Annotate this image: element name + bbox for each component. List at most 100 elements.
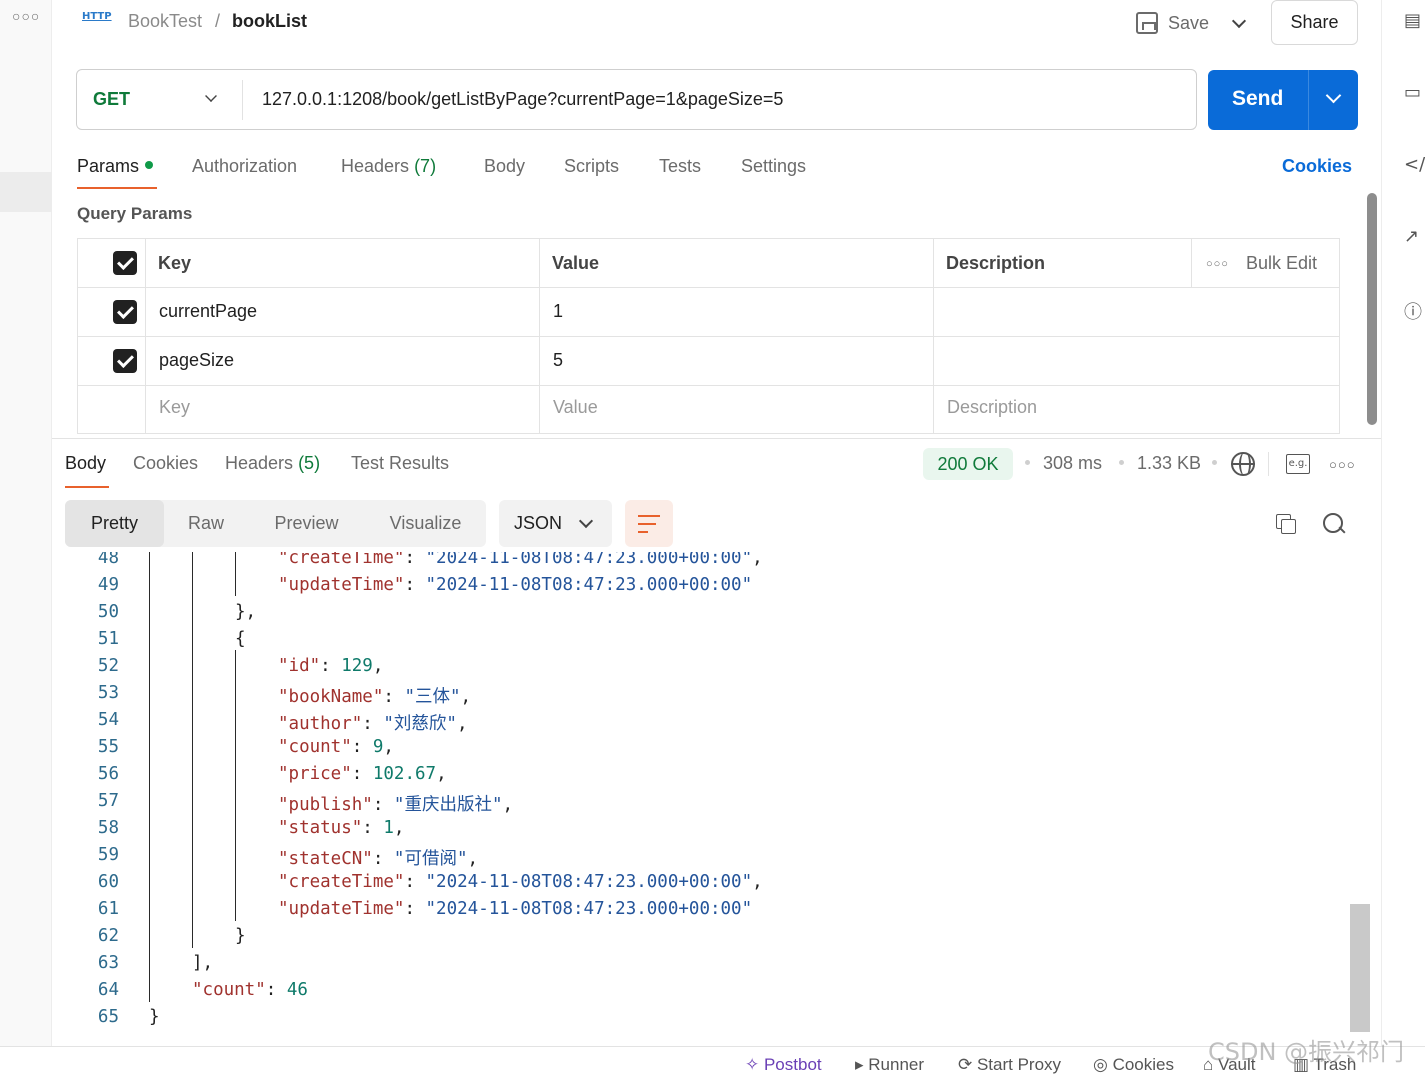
more-icon[interactable]: ○○○ xyxy=(1329,457,1356,472)
chevron-down-icon[interactable] xyxy=(1228,10,1252,36)
response-scrollbar[interactable] xyxy=(1350,904,1370,1032)
url-input[interactable]: 127.0.0.1:1208/book/getListByPage?curren… xyxy=(262,89,783,110)
info-icon[interactable]: ⓘ xyxy=(1404,298,1425,324)
code-line: 48 "createTime": "2024-11-08T08:47:23.000… xyxy=(52,552,1350,575)
code-token: : xyxy=(362,714,384,734)
copy-icon[interactable] xyxy=(1276,514,1296,534)
related-icon[interactable]: ↗ xyxy=(1404,226,1425,252)
response-size[interactable]: 1.33 KB xyxy=(1137,453,1201,474)
format-label: JSON xyxy=(514,513,563,533)
tab-scripts[interactable]: Scripts xyxy=(564,156,619,177)
wrap-icon[interactable] xyxy=(625,500,673,547)
more-icon[interactable]: ○○○ xyxy=(12,8,40,24)
globe-icon[interactable] xyxy=(1231,452,1255,476)
new-param-description-input[interactable]: Description xyxy=(947,397,1037,418)
response-time[interactable]: 308 ms xyxy=(1043,453,1102,474)
param-checkbox[interactable] xyxy=(113,349,137,373)
code-token: : xyxy=(372,795,394,815)
code-text: "stateCN": "可借阅", xyxy=(278,845,478,870)
view-raw[interactable]: Raw xyxy=(164,500,248,547)
tab-settings[interactable]: Settings xyxy=(741,156,806,177)
param-key[interactable]: currentPage xyxy=(159,301,257,322)
param-checkbox[interactable] xyxy=(113,300,137,324)
code-line: 61 "updateTime": "2024-11-08T08:47:23.000… xyxy=(52,899,1350,926)
cookies-link[interactable]: Cookies xyxy=(1282,156,1352,177)
new-param-value-input[interactable]: Value xyxy=(553,397,598,418)
divider xyxy=(78,336,1339,337)
format-select[interactable]: JSON xyxy=(499,500,612,547)
tab-tests[interactable]: Tests xyxy=(659,156,701,177)
tab-test-results[interactable]: Test Results xyxy=(351,453,449,474)
select-all-checkbox[interactable] xyxy=(113,251,137,275)
footer-start-proxy[interactable]: ⟳ Start Proxy xyxy=(958,1055,1061,1074)
more-icon[interactable]: ○○○ xyxy=(1206,258,1229,270)
save-button[interactable]: Save xyxy=(1136,6,1209,40)
status-badge[interactable]: 200 OK xyxy=(923,448,1013,480)
code-token: 129 xyxy=(341,656,373,676)
http-icon: HTTP xyxy=(82,11,112,22)
code-text: "price": 102.67, xyxy=(278,764,447,784)
docs-icon[interactable]: ▤ xyxy=(1404,10,1425,36)
footer-postbot[interactable]: ✧ Postbot xyxy=(745,1055,822,1074)
code-token: : xyxy=(404,899,426,919)
chevron-down-icon[interactable] xyxy=(205,90,217,102)
new-param-key-input[interactable]: Key xyxy=(159,397,190,418)
sidebar-active-item[interactable] xyxy=(0,172,52,212)
code-token: "count" xyxy=(192,980,266,1000)
example-icon[interactable]: e.g. xyxy=(1286,454,1310,474)
code-line: 65} xyxy=(52,1007,1350,1034)
send-button[interactable]: Send xyxy=(1208,70,1358,130)
code-text: "id": 129, xyxy=(278,656,383,676)
code-line: 52 "id": 129, xyxy=(52,656,1350,683)
param-value[interactable]: 1 xyxy=(553,301,563,322)
code-token: , xyxy=(383,737,394,757)
code-line: 64 "count": 46 xyxy=(52,980,1350,1007)
url-bar: GET 127.0.0.1:1208/book/getListByPage?cu… xyxy=(76,69,1197,130)
line-number: 64 xyxy=(97,980,119,1000)
code-text: "createTime": "2024-11-08T08:47:23.000+0… xyxy=(278,872,763,892)
tab-response-headers[interactable]: Headers (5) xyxy=(225,453,320,474)
tab-headers[interactable]: Headers (7) xyxy=(341,156,436,177)
breadcrumb-collection[interactable]: BookTest xyxy=(128,11,202,32)
tab-response-cookies[interactable]: Cookies xyxy=(133,453,198,474)
bulk-edit-button[interactable]: Bulk Edit xyxy=(1246,253,1317,274)
line-number: 62 xyxy=(97,926,119,946)
code-token: , xyxy=(752,552,763,568)
code-line: 58 "status": 1, xyxy=(52,818,1350,845)
view-mode-selector: Pretty Raw Preview Visualize xyxy=(65,500,486,547)
divider xyxy=(1191,239,1192,287)
line-number: 50 xyxy=(97,602,119,622)
code-icon[interactable]: </ xyxy=(1404,154,1425,180)
tab-body[interactable]: Body xyxy=(484,156,525,177)
view-pretty[interactable]: Pretty xyxy=(65,500,164,547)
view-visualize[interactable]: Visualize xyxy=(365,500,486,547)
code-token: "stateCN" xyxy=(278,849,373,869)
breadcrumb-request-name[interactable]: bookList xyxy=(232,11,307,32)
footer-runner[interactable]: ▸ Runner xyxy=(855,1055,924,1074)
line-number: 49 xyxy=(97,575,119,595)
view-preview[interactable]: Preview xyxy=(248,500,365,547)
tab-params[interactable]: Params xyxy=(77,156,154,177)
comments-icon[interactable]: ▭ xyxy=(1404,82,1425,108)
save-label: Save xyxy=(1168,12,1210,33)
response-divider[interactable] xyxy=(52,438,1381,439)
param-key[interactable]: pageSize xyxy=(159,350,234,371)
share-button[interactable]: Share xyxy=(1271,0,1358,45)
footer-cookies[interactable]: ◎ Cookies xyxy=(1093,1055,1174,1074)
params-indicator-dot xyxy=(145,161,154,170)
code-line: 56 "price": 102.67, xyxy=(52,764,1350,791)
method-select[interactable]: GET xyxy=(93,89,130,110)
response-body-code[interactable]: 48 "createTime": "2024-11-08T08:47:23.000… xyxy=(52,552,1350,1036)
search-icon[interactable] xyxy=(1323,513,1347,537)
code-text: ], xyxy=(192,953,213,973)
divider xyxy=(78,287,1339,288)
code-token: , xyxy=(393,818,405,838)
param-value[interactable]: 5 xyxy=(553,350,563,371)
code-line: 62} xyxy=(52,926,1350,953)
chevron-down-icon[interactable] xyxy=(1325,87,1342,104)
tab-response-body[interactable]: Body xyxy=(65,453,106,474)
code-text: "updateTime": "2024-11-08T08:47:23.000+0… xyxy=(278,899,752,919)
column-header-description: Description xyxy=(946,253,1046,273)
request-scrollbar[interactable] xyxy=(1367,193,1377,425)
tab-authorization[interactable]: Authorization xyxy=(192,156,297,177)
